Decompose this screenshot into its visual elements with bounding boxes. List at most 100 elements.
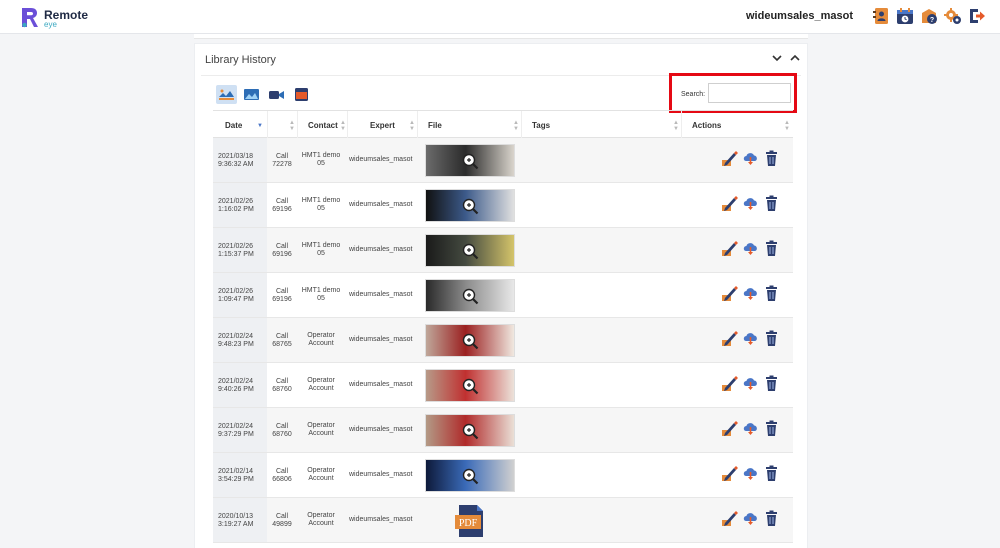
- delete-icon[interactable]: [763, 330, 780, 347]
- contacts-icon[interactable]: [872, 7, 890, 25]
- date-cell: 2021/02/14 3:54:29 PM: [218, 468, 268, 484]
- delete-icon[interactable]: [763, 285, 780, 302]
- call-id: 69196: [272, 296, 292, 303]
- table-row[interactable]: 2021/02/26 1:15:37 PM Call 69196 HMT1 de…: [213, 228, 793, 273]
- expert-cell: wideumsales_masot: [349, 246, 413, 253]
- zoom-icon[interactable]: [462, 288, 479, 305]
- call-label: Call: [275, 423, 289, 430]
- delete-icon[interactable]: [763, 510, 780, 527]
- image-filter[interactable]: [241, 85, 262, 104]
- row-actions: [721, 375, 780, 392]
- download-icon[interactable]: [742, 285, 759, 302]
- column-expert[interactable]: Expert ▲ ▼: [347, 111, 417, 138]
- download-icon[interactable]: [742, 150, 759, 167]
- edit-icon[interactable]: [721, 240, 738, 257]
- table-row[interactable]: 2021/02/14 3:54:29 PM Call 66806 Operato…: [213, 453, 793, 498]
- row-actions: [721, 240, 780, 257]
- column-date[interactable]: Date ▼: [213, 111, 267, 138]
- row-background: [267, 228, 793, 272]
- zoom-icon[interactable]: [462, 378, 479, 395]
- download-icon[interactable]: [742, 330, 759, 347]
- calendar-icon[interactable]: [896, 7, 914, 25]
- document-filter[interactable]: [291, 85, 312, 104]
- zoom-icon[interactable]: [462, 243, 479, 260]
- delete-icon[interactable]: [763, 240, 780, 257]
- image-thumbnail[interactable]: [425, 324, 515, 357]
- settings-icon[interactable]: [944, 7, 962, 25]
- logout-icon[interactable]: [968, 7, 986, 25]
- table-row[interactable]: 2021/02/26 1:09:47 PM Call 69196 HMT1 de…: [213, 273, 793, 318]
- date-value: 2021/02/24: [218, 423, 254, 430]
- table-row[interactable]: 2021/03/18 9:36:32 AM Call 72278 HMT1 de…: [213, 138, 793, 183]
- all-media-filter[interactable]: [216, 85, 237, 104]
- zoom-icon[interactable]: [462, 333, 479, 350]
- zoom-icon[interactable]: [462, 198, 479, 215]
- table-row[interactable]: 2021/02/24 9:48:23 PM Call 68765 Operato…: [213, 318, 793, 363]
- chevron-down-icon[interactable]: [771, 52, 783, 64]
- logo[interactable]: Remote eye: [20, 6, 100, 30]
- column-tags[interactable]: Tags ▲ ▼: [521, 111, 681, 138]
- contact-name-line1: Operator: [307, 422, 335, 429]
- delete-icon[interactable]: [763, 375, 780, 392]
- download-icon[interactable]: [742, 510, 759, 527]
- call-cell: Call 49899: [267, 513, 297, 529]
- delete-icon[interactable]: [763, 465, 780, 482]
- delete-icon[interactable]: [763, 420, 780, 437]
- column-tags-label: Tags: [532, 121, 551, 130]
- table-row[interactable]: 2020/10/13 3:19:27 AM Call 49899 Operato…: [213, 498, 793, 543]
- username[interactable]: wideumsales_masot: [746, 10, 853, 22]
- zoom-icon[interactable]: [462, 153, 479, 170]
- edit-icon[interactable]: [721, 330, 738, 347]
- zoom-icon[interactable]: [462, 468, 479, 485]
- edit-icon[interactable]: [721, 375, 738, 392]
- table-row[interactable]: 2021/02/24 9:37:29 PM Call 68760 Operato…: [213, 408, 793, 453]
- time-value: 3:54:29 PM: [218, 476, 254, 483]
- column-call[interactable]: ▲ ▼: [267, 111, 297, 138]
- download-icon[interactable]: [742, 375, 759, 392]
- video-filter-icon: [269, 91, 284, 99]
- video-filter[interactable]: [266, 85, 287, 104]
- row-background: [267, 408, 793, 452]
- image-thumbnail[interactable]: [425, 369, 515, 402]
- delete-icon[interactable]: [763, 195, 780, 212]
- image-filter-icon: [244, 89, 259, 100]
- remote-eye-logo-icon: [22, 8, 38, 28]
- image-thumbnail[interactable]: [425, 189, 515, 222]
- date-value: 2021/02/24: [218, 333, 254, 340]
- download-icon[interactable]: [742, 420, 759, 437]
- column-actions[interactable]: Actions ▲ ▼: [681, 111, 793, 138]
- download-icon[interactable]: [742, 195, 759, 212]
- contact-cell: Operator Account: [299, 467, 343, 483]
- help-icon[interactable]: ?: [920, 7, 938, 25]
- expert-cell: wideumsales_masot: [349, 516, 413, 523]
- download-icon[interactable]: [742, 240, 759, 257]
- image-thumbnail[interactable]: [425, 234, 515, 267]
- edit-icon[interactable]: [721, 510, 738, 527]
- chevron-up-icon[interactable]: [789, 52, 801, 64]
- row-background: [267, 138, 793, 182]
- image-thumbnail[interactable]: [425, 459, 515, 492]
- table-row[interactable]: 2021/02/24 9:40:26 PM Call 68760 Operato…: [213, 363, 793, 408]
- column-contact[interactable]: Contact ▲ ▼: [297, 111, 347, 138]
- edit-icon[interactable]: [721, 195, 738, 212]
- edit-icon[interactable]: [721, 150, 738, 167]
- row-actions: [721, 195, 780, 212]
- image-thumbnail[interactable]: [425, 279, 515, 312]
- image-thumbnail[interactable]: [425, 144, 515, 177]
- pdf-file-icon[interactable]: PDF: [453, 503, 487, 539]
- contact-name-line1: HMT1 demo: [301, 242, 341, 249]
- search-input[interactable]: [708, 83, 791, 103]
- image-thumbnail[interactable]: [425, 414, 515, 447]
- edit-icon[interactable]: [721, 465, 738, 482]
- zoom-icon[interactable]: [462, 423, 479, 440]
- call-label: Call: [275, 243, 289, 250]
- table-row[interactable]: 2021/02/26 1:16:02 PM Call 69196 HMT1 de…: [213, 183, 793, 228]
- delete-icon[interactable]: [763, 150, 780, 167]
- sort-icon: ▲ ▼: [289, 120, 295, 132]
- download-icon[interactable]: [742, 465, 759, 482]
- expert-cell: wideumsales_masot: [349, 381, 413, 388]
- edit-icon[interactable]: [721, 285, 738, 302]
- call-id: 69196: [272, 251, 292, 258]
- column-file[interactable]: File ▲ ▼: [417, 111, 521, 138]
- edit-icon[interactable]: [721, 420, 738, 437]
